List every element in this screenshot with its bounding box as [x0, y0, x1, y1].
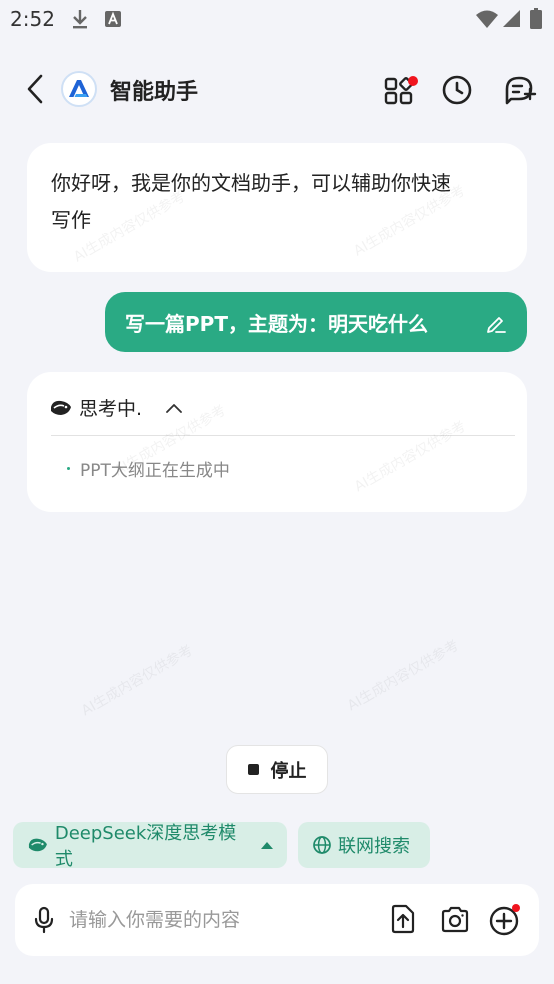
upload-file-icon[interactable]: [389, 904, 417, 934]
screen: 2:52 智能助手 你好呀，我是你的文档助手，可以辅助你快速 写作 AI生成内容…: [0, 0, 554, 984]
web-search-label: 联网搜索: [338, 836, 410, 857]
thinking-bubble: 思考中. PPT大纲正在生成中 AI生成内容仅供参考 AI生成内容仅供参考: [27, 372, 527, 512]
ai-greeting-line: 写作: [51, 208, 91, 232]
battery-icon: [530, 8, 542, 29]
app-header: 智能助手: [0, 60, 554, 120]
input-bar: [15, 884, 539, 956]
text-app-icon: [105, 11, 121, 27]
deepseek-mode-chip[interactable]: DeepSeek深度思考模式: [13, 822, 287, 870]
assistant-logo-icon: [61, 71, 97, 107]
microphone-icon[interactable]: [33, 906, 55, 934]
back-arrow-icon: [27, 74, 43, 104]
thinking-label: 思考中.: [79, 398, 143, 420]
new-chat-button[interactable]: [500, 70, 542, 110]
stop-button[interactable]: 停止: [226, 745, 328, 794]
assistant-avatar: [60, 70, 98, 108]
signal-icon: [503, 10, 520, 27]
user-message-bubble[interactable]: 写一篇PPT，主题为：明天吃什么: [105, 292, 527, 352]
status-time: 2:52: [10, 7, 55, 31]
step-dot: [67, 467, 70, 470]
ai-greeting-line: 你好呀，我是你的文档助手，可以辅助你快速: [51, 171, 451, 195]
deepseek-whale-icon: [51, 400, 71, 415]
back-button[interactable]: [18, 72, 52, 106]
watermark: AI生成内容仅供参考: [351, 418, 469, 496]
history-button[interactable]: [437, 70, 477, 110]
thinking-header[interactable]: 思考中.: [49, 394, 182, 421]
download-icon: [73, 10, 87, 29]
apps-button[interactable]: [380, 70, 420, 110]
notification-badge: [408, 76, 418, 86]
divider: [51, 435, 515, 436]
stop-icon: [247, 764, 259, 775]
deepseek-whale-icon: [28, 838, 47, 852]
wifi-icon: [476, 10, 498, 28]
ai-greeting-bubble: 你好呀，我是你的文档助手，可以辅助你快速 写作 AI生成内容仅供参考 AI生成内…: [27, 143, 527, 272]
new-chat-icon: [505, 76, 537, 105]
user-message-text: 写一篇PPT，主题为：明天吃什么: [125, 311, 428, 336]
history-clock-icon: [442, 75, 472, 105]
chevron-up-icon[interactable]: [166, 403, 182, 413]
globe-icon: [313, 836, 331, 854]
thinking-step: PPT大纲正在生成中: [67, 456, 230, 481]
watermark: AI生成内容仅供参考: [78, 642, 196, 720]
notification-badge: [512, 904, 520, 912]
status-bar: 2:52: [0, 0, 554, 40]
web-search-chip[interactable]: 联网搜索: [298, 822, 430, 868]
deepseek-mode-label: DeepSeek深度思考模式: [54, 823, 237, 870]
message-input[interactable]: [69, 904, 369, 936]
watermark: AI生成内容仅供参考: [344, 637, 462, 715]
camera-icon[interactable]: [440, 905, 470, 933]
page-title: 智能助手: [110, 80, 199, 105]
thinking-step-text: PPT大纲正在生成中: [80, 461, 230, 481]
stop-label: 停止: [270, 760, 307, 782]
caret-up-icon: [261, 841, 273, 849]
edit-icon[interactable]: [485, 312, 507, 334]
